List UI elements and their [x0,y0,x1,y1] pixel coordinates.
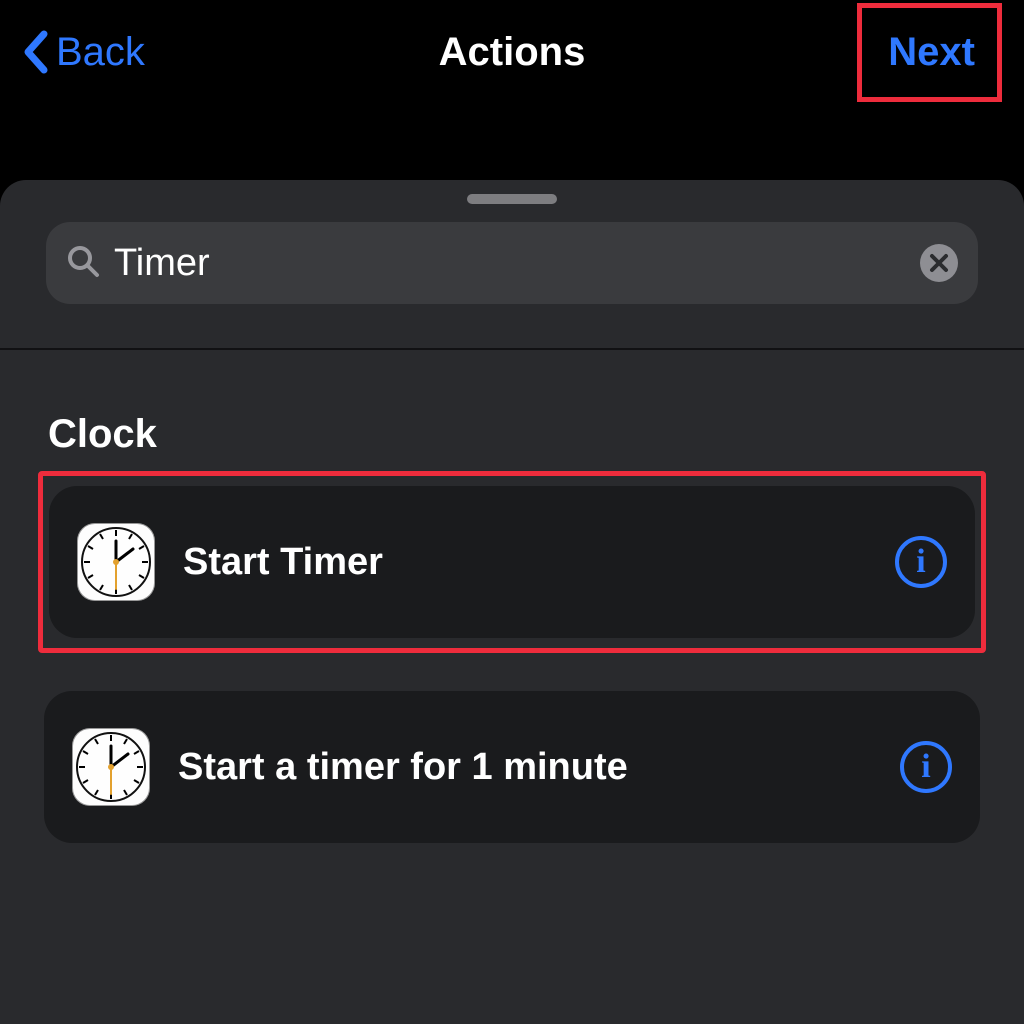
search-icon [66,244,100,283]
action-label: Start Timer [183,541,895,584]
next-button[interactable]: Next [876,26,987,79]
back-button[interactable]: Back [22,30,145,75]
info-button[interactable]: i [895,536,947,588]
action-start-timer-1-minute[interactable]: Start a timer for 1 minute i [44,691,980,843]
search-input[interactable] [114,242,920,285]
clock-app-icon [72,728,150,806]
separator [0,348,1024,350]
screen: Back Actions Next [0,0,1024,1024]
search-field[interactable] [46,222,978,304]
clock-app-icon [77,523,155,601]
results-section: Clock [0,412,1024,843]
highlight-start-timer: Start Timer i [38,471,986,653]
close-icon [929,253,949,273]
action-start-timer[interactable]: Start Timer i [49,486,975,638]
section-title-clock: Clock [48,412,980,457]
nav-bar: Back Actions Next [0,0,1024,104]
chevron-left-icon [22,30,50,74]
info-icon: i [921,748,930,786]
clear-search-button[interactable] [920,244,958,282]
back-label: Back [56,30,145,75]
info-icon: i [916,543,925,581]
sheet-grabber[interactable] [467,194,557,204]
highlight-next: Next [857,3,1002,102]
actions-sheet: Clock [0,180,1024,1024]
info-button[interactable]: i [900,741,952,793]
action-label: Start a timer for 1 minute [178,746,900,789]
